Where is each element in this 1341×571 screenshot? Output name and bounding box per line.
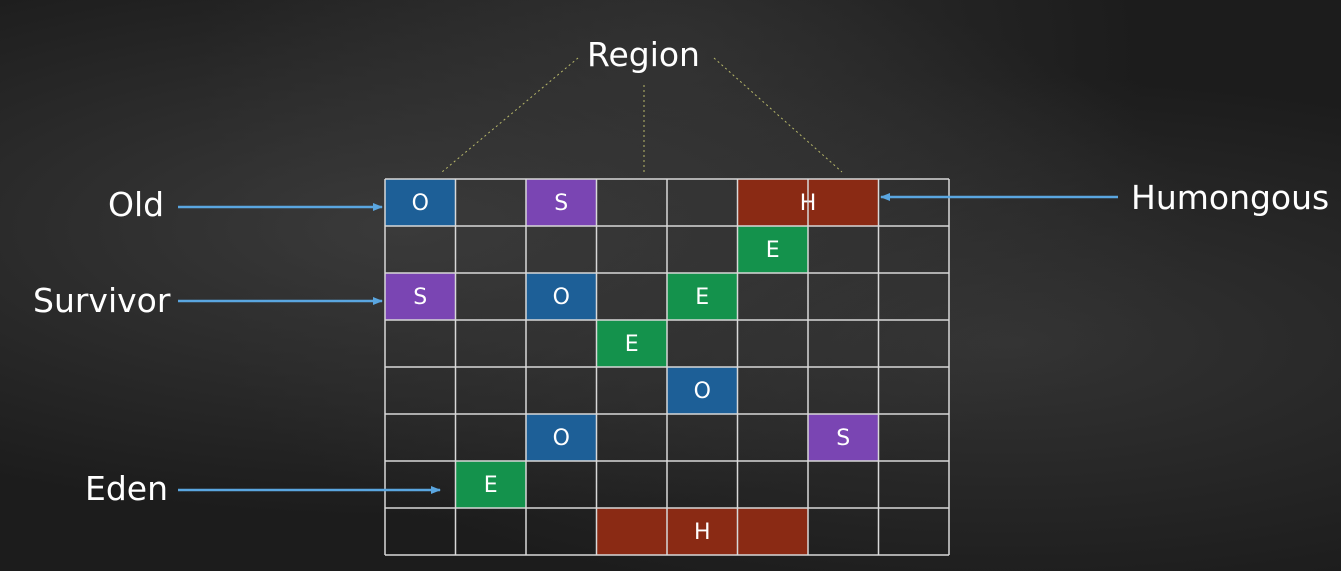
eden-region-letter: E xyxy=(484,473,498,498)
old-region-cell: O xyxy=(526,414,597,461)
old-region-cell: O xyxy=(385,179,456,226)
survivor-region-cell: S xyxy=(526,179,597,226)
region-pointer-right xyxy=(713,57,843,173)
survivor-region-letter: S xyxy=(413,285,427,310)
survivor-region-letter: S xyxy=(836,426,850,451)
eden-region-cell: E xyxy=(667,273,738,320)
old-region-cell: O xyxy=(667,367,738,414)
old-region-letter: O xyxy=(553,285,570,310)
old-region-cell: O xyxy=(526,273,597,320)
eden-region-cell: E xyxy=(455,461,526,508)
old-region-letter: O xyxy=(694,379,711,404)
eden-region-letter: E xyxy=(695,285,709,310)
heap-region-diagram: O S HES O EEOO SEH xyxy=(178,57,1118,556)
survivor-region-cell: S xyxy=(808,414,879,461)
region-pointer-lines xyxy=(441,57,843,173)
old-region-letter: O xyxy=(412,191,429,216)
survivor-region-cell: S xyxy=(385,273,456,320)
eden-region-cell: E xyxy=(737,226,808,273)
old-region-letter: O xyxy=(553,426,570,451)
region-pointer-left xyxy=(441,57,579,173)
eden-region-letter: E xyxy=(766,238,780,263)
humongous-region-cell: H xyxy=(596,508,808,555)
survivor-region-letter: S xyxy=(554,191,568,216)
humongous-region-letter: H xyxy=(694,520,711,545)
eden-region-cell: E xyxy=(596,320,667,367)
eden-region-letter: E xyxy=(625,332,639,357)
